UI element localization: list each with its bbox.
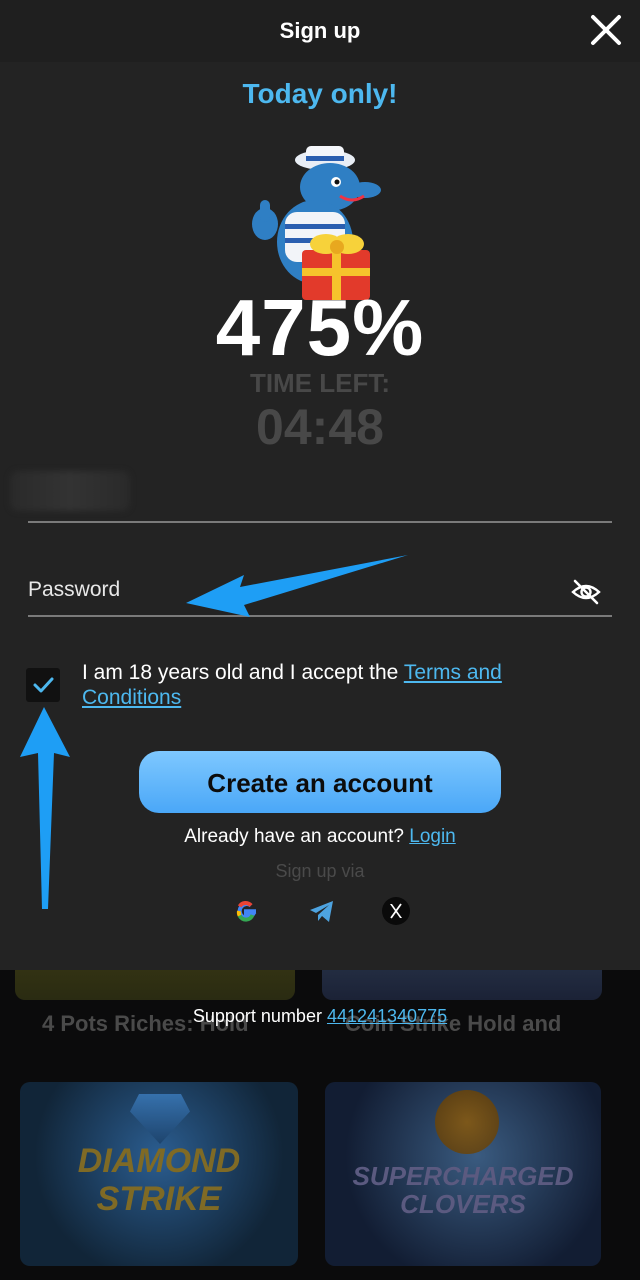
game-tile-diamond-strike[interactable]: DIAMOND STRIKE	[20, 1082, 298, 1266]
consent-label: I am 18 years old and I accept the	[82, 661, 404, 684]
game-logo-diamond-strike: DIAMOND STRIKE	[77, 1142, 241, 1218]
login-prompt: Already have an account?	[184, 826, 404, 847]
bonus-percent: 475%	[215, 283, 425, 372]
diamond-icon	[130, 1094, 190, 1144]
email-field[interactable]	[10, 455, 612, 523]
age-terms-checkbox[interactable]	[26, 668, 60, 702]
modal-header: Sign up	[0, 0, 640, 62]
support-number-link[interactable]: 441241340775	[327, 1006, 447, 1026]
dolphin-sailor-gift-icon	[252, 146, 381, 300]
promo-headline: Today only!	[242, 78, 398, 109]
support-row: Support number 441241340775	[0, 1006, 640, 1027]
create-account-button[interactable]: Create an account	[139, 751, 501, 813]
consent-text: I am 18 years old and I accept the Terms…	[82, 660, 602, 710]
modal-title: Sign up	[279, 18, 361, 43]
close-icon[interactable]	[588, 12, 624, 48]
x-icon[interactable]	[381, 896, 411, 926]
eye-slash-icon[interactable]	[570, 578, 602, 606]
game-logo-supercharged-clovers: SUPERCHARGED CLOVERS	[352, 1161, 574, 1219]
annotation-arrow-checkbox	[20, 707, 70, 909]
signup-modal: Sign up Today only! 475% TIME LEFT: 04:4…	[0, 0, 640, 970]
clover-icon	[435, 1090, 499, 1154]
game-tile-supercharged-clovers[interactable]: SUPERCHARGED CLOVERS	[325, 1082, 601, 1266]
support-label: Support number	[192, 1006, 322, 1026]
telegram-icon[interactable]	[307, 896, 337, 926]
timer-label: TIME LEFT:	[249, 368, 391, 398]
checkmark-icon	[33, 677, 54, 693]
annotation-arrow-password	[186, 555, 408, 617]
blurred-email-value	[10, 471, 130, 511]
google-icon[interactable]	[231, 896, 261, 926]
timer-value: 04:48	[256, 399, 384, 455]
login-row: Already have an account? Login	[0, 826, 640, 848]
sign-up-via-label: Sign up via	[275, 861, 365, 881]
login-link[interactable]: Login	[409, 826, 456, 847]
